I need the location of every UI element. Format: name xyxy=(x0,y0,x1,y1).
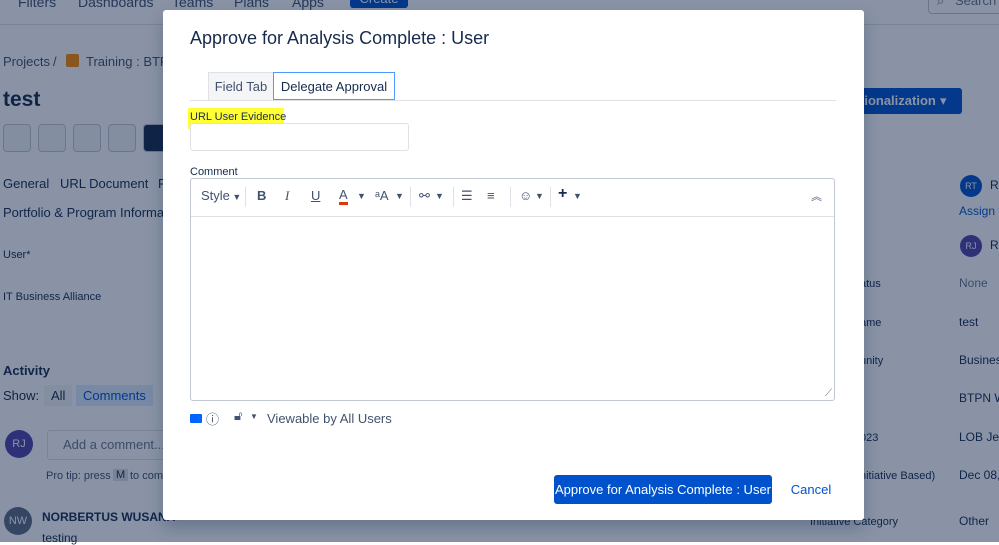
toolbar-separator xyxy=(550,187,551,207)
style-dropdown[interactable]: Style ▼ xyxy=(201,188,241,203)
style-label: Style xyxy=(201,188,230,203)
dialog-title: Approve for Analysis Complete : User xyxy=(190,28,490,48)
chevron-down-icon[interactable]: ▼ xyxy=(535,191,544,201)
tab-delegate-approval[interactable]: Delegate Approval xyxy=(273,72,395,100)
italic-button[interactable]: I xyxy=(285,188,289,204)
mentions-icon[interactable] xyxy=(190,414,202,423)
link-icon[interactable]: ⚯ xyxy=(419,188,430,204)
more-formatting-button[interactable]: ᵃA xyxy=(375,188,389,203)
resize-handle-icon[interactable]: ⟋ xyxy=(825,388,832,399)
cancel-button[interactable]: Cancel xyxy=(785,475,837,504)
approve-dialog: Approve for Analysis Complete : User Fie… xyxy=(163,10,864,520)
underline-button[interactable]: U xyxy=(311,188,320,203)
visibility-text[interactable]: Viewable by All Users xyxy=(267,411,392,426)
bullet-list-icon[interactable]: ☰ xyxy=(461,188,473,204)
collapse-toolbar-icon[interactable]: ︽ xyxy=(811,188,822,204)
toolbar-separator xyxy=(510,187,511,207)
comment-label: Comment xyxy=(190,166,238,178)
bold-button[interactable]: B xyxy=(257,188,266,203)
chevron-down-icon[interactable]: ▼ xyxy=(395,191,404,201)
tabs-divider xyxy=(190,100,836,101)
numbered-list-icon[interactable]: ≡ xyxy=(487,188,495,203)
emoji-icon[interactable]: ☺ xyxy=(519,188,532,203)
help-icon[interactable]: ⓘ xyxy=(206,409,219,428)
toolbar-separator xyxy=(410,187,411,207)
chevron-down-icon[interactable]: ▼ xyxy=(250,412,258,421)
comment-editor[interactable]: Style ▼ B I U A ▼ ᵃA ▼ ⚯ ▼ ☰ ≡ ☺ ▼ + ▼ ︽… xyxy=(190,178,835,401)
insert-plus-icon[interactable]: + xyxy=(558,185,567,203)
url-user-evidence-label: URL User Evidence xyxy=(190,111,287,123)
tab-field-tab[interactable]: Field Tab xyxy=(208,72,274,100)
approve-submit-button[interactable]: Approve for Analysis Complete : User xyxy=(554,475,772,504)
chevron-down-icon[interactable]: ▼ xyxy=(573,191,582,201)
chevron-down-icon: ▼ xyxy=(229,192,242,202)
lock-icon[interactable]: 🔓︎ xyxy=(234,408,242,424)
toolbar-separator xyxy=(245,187,246,207)
chevron-down-icon[interactable]: ▼ xyxy=(435,191,444,201)
chevron-down-icon[interactable]: ▼ xyxy=(357,191,366,201)
editor-toolbar: Style ▼ B I U A ▼ ᵃA ▼ ⚯ ▼ ☰ ≡ ☺ ▼ + ▼ ︽ xyxy=(191,179,834,217)
text-color-button[interactable]: A xyxy=(339,188,348,205)
toolbar-separator xyxy=(453,187,454,207)
url-user-evidence-input[interactable] xyxy=(190,123,409,151)
